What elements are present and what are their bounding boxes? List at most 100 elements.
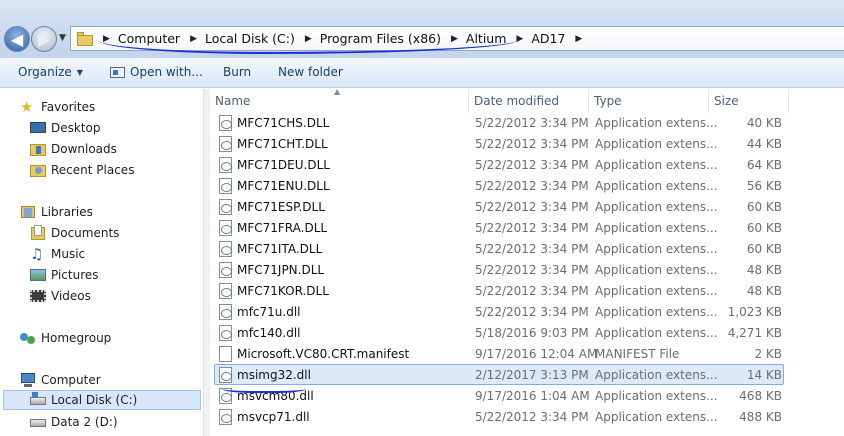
nav-pictures[interactable]: Pictures [30, 265, 99, 285]
file-row[interactable]: MFC71ENU.DLL 5/22/2012 3:34 PM Application… [214, 175, 784, 196]
desktop-icon [30, 120, 46, 136]
documents-icon [30, 225, 46, 241]
breadcrumb-program-files[interactable]: Program Files (x86) [320, 31, 441, 46]
forward-button[interactable]: ▶ [31, 26, 57, 52]
file-row[interactable]: MFC71ITA.DLL 5/22/2012 3:34 PM Application… [214, 238, 784, 259]
file-date: 9/17/2016 1:04 AM [475, 389, 590, 403]
nav-recent-places[interactable]: Recent Places [30, 160, 134, 180]
column-header-name[interactable]: ▲ Name [210, 87, 469, 113]
nav-libraries[interactable]: Libraries [20, 202, 93, 222]
open-with-button[interactable]: Open with... [110, 65, 203, 79]
file-date: 5/22/2012 3:34 PM [475, 242, 589, 256]
folder-icon [77, 31, 95, 46]
chevron-right-icon[interactable]: ▶ [190, 34, 197, 44]
file-type: Application extens... [595, 116, 718, 130]
breadcrumb-computer[interactable]: Computer [118, 31, 180, 46]
file-size: 44 KB [746, 137, 782, 151]
file-size: 64 KB [746, 158, 782, 172]
file-size: 48 KB [746, 284, 782, 298]
chevron-right-icon[interactable]: ▶ [305, 34, 312, 44]
column-header-date[interactable]: Date modified [469, 89, 589, 113]
file-date: 5/22/2012 3:34 PM [475, 284, 589, 298]
file-name: MFC71ENU.DLL [237, 179, 330, 193]
file-name-cell: msimg32.dll [219, 367, 311, 383]
file-type: Application extens... [595, 221, 718, 235]
nav-documents[interactable]: Documents [30, 223, 119, 243]
nav-local-disk[interactable]: Local Disk (C:) [3, 390, 201, 410]
recent-pages-dropdown-icon[interactable]: ▼ [59, 33, 66, 43]
file-row[interactable]: Microsoft.VC80.CRT.manifest 9/17/2016 12:… [214, 343, 784, 364]
nav-desktop[interactable]: Desktop [30, 118, 101, 138]
breadcrumb-altium[interactable]: Altium [466, 31, 507, 46]
file-row[interactable]: mfc140.dll 5/18/2016 9:03 PM Application e… [214, 322, 784, 343]
forward-arrow-icon: ▶ [37, 29, 51, 49]
file-type: Application extens... [595, 389, 718, 403]
file-name: msvcp71.dll [237, 410, 310, 424]
organize-button[interactable]: Organize ▼ [18, 65, 83, 79]
nav-data2[interactable]: Data 2 (D:) [30, 412, 118, 432]
address-box[interactable]: ▶ Computer ▶ Local Disk (C:) ▶ Program F… [70, 26, 844, 51]
dll-file-icon [219, 367, 232, 383]
column-name-label: Name [215, 94, 251, 108]
chevron-down-icon: ▼ [76, 67, 83, 77]
file-row[interactable]: msimg32.dll 2/12/2017 3:13 PM Application … [214, 364, 784, 385]
new-folder-button[interactable]: New folder [278, 65, 343, 79]
file-row[interactable]: MFC71JPN.DLL 5/22/2012 3:34 PM Application… [214, 259, 784, 280]
nav-homegroup-label: Homegroup [41, 331, 112, 345]
file-row[interactable]: MFC71DEU.DLL 5/22/2012 3:34 PM Application… [214, 154, 784, 175]
file-name: MFC71CHS.DLL [237, 116, 330, 130]
nav-music[interactable]: ♫ Music [30, 244, 85, 264]
file-type: Application extens... [595, 326, 718, 340]
file-name-cell: msvcp71.dll [219, 409, 310, 425]
file-name-cell: mfc140.dll [219, 325, 301, 341]
file-date: 5/22/2012 3:34 PM [475, 200, 589, 214]
breadcrumb-local-disk[interactable]: Local Disk (C:) [205, 31, 295, 46]
file-size: 2 KB [754, 347, 782, 361]
chevron-right-icon[interactable]: ▶ [103, 34, 110, 44]
file-row[interactable]: msvcp71.dll 5/22/2012 3:34 PM Application … [214, 406, 784, 427]
file-date: 5/22/2012 3:34 PM [475, 221, 589, 235]
file-row[interactable]: MFC71CHT.DLL 5/22/2012 3:34 PM Application… [214, 133, 784, 154]
nav-favorites[interactable]: ★ Favorites [20, 97, 95, 117]
file-row[interactable]: msvcm80.dll 9/17/2016 1:04 AM Application … [214, 385, 784, 406]
pane-splitter[interactable] [203, 89, 210, 436]
file-name: Microsoft.VC80.CRT.manifest [237, 347, 410, 361]
nav-computer[interactable]: Computer [20, 370, 101, 390]
file-size: 1,023 KB [727, 305, 782, 319]
manifest-file-icon [219, 346, 232, 362]
file-name: MFC71DEU.DLL [237, 158, 330, 172]
downloads-folder-icon [30, 141, 46, 157]
drive-icon [30, 414, 46, 430]
file-type: Application extens... [595, 179, 718, 193]
file-size: 60 KB [746, 221, 782, 235]
dll-file-icon [219, 388, 232, 404]
nav-music-label: Music [51, 247, 86, 261]
column-header-type[interactable]: Type [589, 89, 709, 113]
back-button[interactable]: ◀ [4, 26, 30, 52]
nav-videos[interactable]: Videos [30, 286, 91, 306]
computer-icon [20, 372, 36, 388]
file-date: 9/17/2016 12:04 AM [475, 347, 598, 361]
chevron-right-icon[interactable]: ▶ [516, 34, 523, 44]
file-row[interactable]: mfc71u.dll 5/22/2012 3:34 PM Application e… [214, 301, 784, 322]
file-row[interactable]: MFC71ESP.DLL 5/22/2012 3:34 PM Application… [214, 196, 784, 217]
nav-videos-label: Videos [51, 289, 91, 303]
file-row[interactable]: MFC71FRA.DLL 5/22/2012 3:34 PM Application… [214, 217, 784, 238]
nav-pictures-label: Pictures [51, 268, 99, 282]
nav-downloads[interactable]: Downloads [30, 139, 117, 159]
breadcrumb-ad17[interactable]: AD17 [531, 31, 565, 46]
chevron-right-icon[interactable]: ▶ [575, 34, 582, 44]
dll-file-icon [219, 220, 232, 236]
file-date: 5/22/2012 3:34 PM [475, 116, 589, 130]
file-size: 48 KB [746, 263, 782, 277]
file-name: msvcm80.dll [237, 389, 314, 403]
chevron-right-icon[interactable]: ▶ [451, 34, 458, 44]
column-header-size[interactable]: Size [709, 89, 789, 113]
burn-button[interactable]: Burn [223, 65, 251, 79]
dll-file-icon [219, 283, 232, 299]
file-row[interactable]: MFC71KOR.DLL 5/22/2012 3:34 PM Application… [214, 280, 784, 301]
file-row[interactable]: MFC71CHS.DLL 5/22/2012 3:34 PM Application… [214, 112, 784, 133]
sort-ascending-icon: ▲ [334, 87, 341, 96]
file-name: MFC71FRA.DLL [237, 221, 328, 235]
nav-homegroup[interactable]: Homegroup [20, 328, 111, 348]
